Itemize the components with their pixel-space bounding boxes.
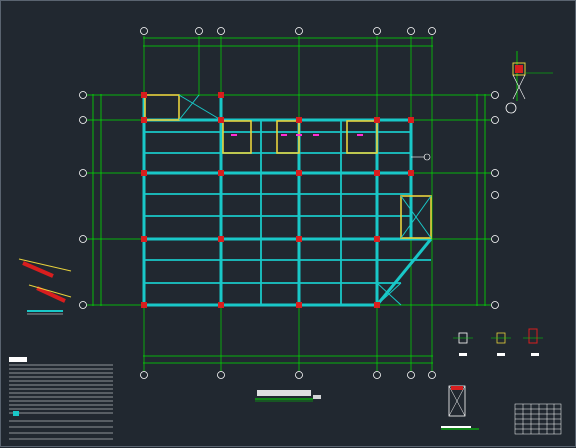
legend-table bbox=[514, 403, 562, 435]
main-beams bbox=[142, 95, 433, 307]
dimension-lines bbox=[92, 37, 486, 364]
drawing-title-block bbox=[255, 390, 321, 402]
general-notes bbox=[9, 357, 113, 440]
floor-plan-drawing bbox=[9, 27, 562, 440]
axis-bubbles-right bbox=[491, 91, 499, 309]
axis-bubbles-top bbox=[140, 27, 436, 35]
section-marker bbox=[411, 153, 431, 161]
cad-drawing-canvas[interactable] bbox=[0, 0, 576, 447]
axis-bubbles-bottom bbox=[140, 371, 436, 379]
left-detail-section bbox=[18, 258, 72, 315]
secondary-beams bbox=[144, 120, 431, 305]
axis-bubbles-left bbox=[79, 91, 87, 309]
stair-diagonals bbox=[178, 94, 432, 306]
right-top-detail bbox=[505, 51, 553, 114]
